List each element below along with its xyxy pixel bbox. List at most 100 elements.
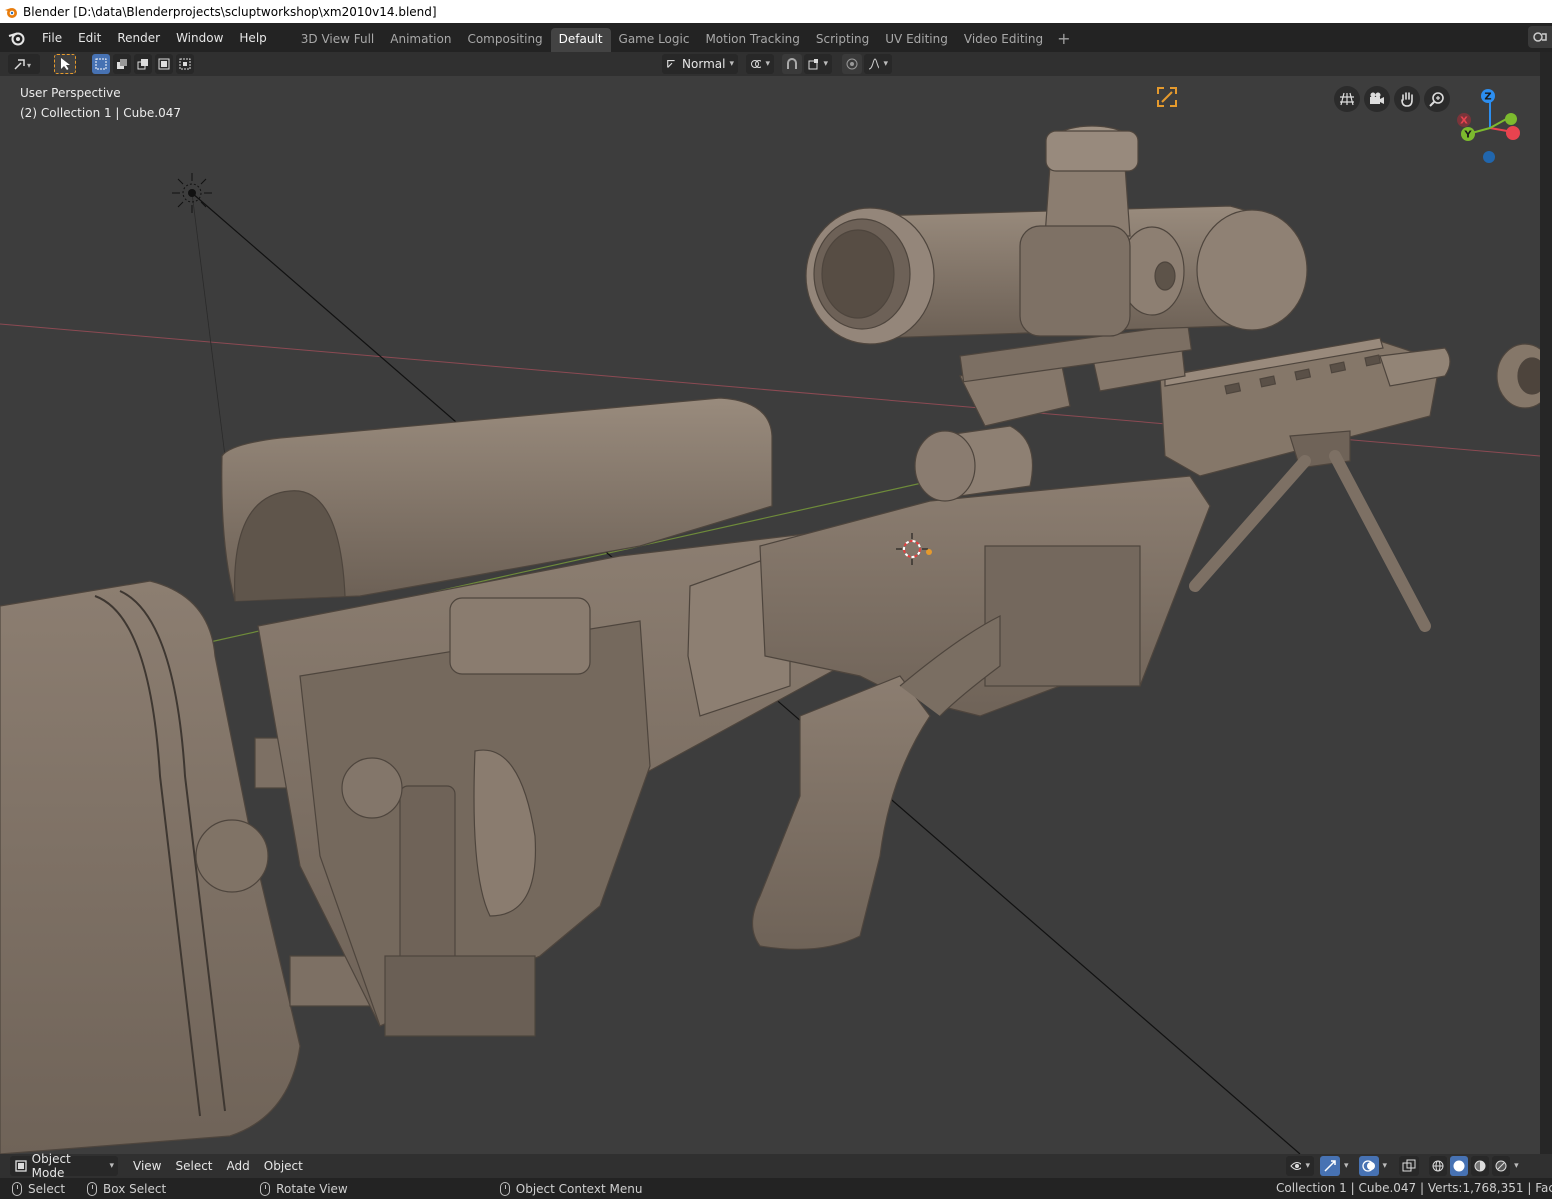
shading-material-button[interactable]	[1471, 1156, 1490, 1176]
toggle-grid-button[interactable]	[1334, 86, 1360, 112]
shading-mode-group	[1427, 1156, 1511, 1176]
zoom-view-button[interactable]	[1424, 86, 1450, 112]
left-mouse-icon	[12, 1181, 22, 1196]
rifle-model[interactable]	[0, 125, 1540, 1154]
gizmo-x-axis-positive[interactable]	[1506, 126, 1520, 140]
gizmo-toggle[interactable]	[1320, 1156, 1340, 1176]
gizmo-y-axis-negative[interactable]	[1505, 113, 1517, 125]
tab-video-editing[interactable]: Video Editing	[956, 28, 1051, 52]
add-workspace-icon[interactable]: +	[1051, 28, 1076, 52]
select-mode-invert-button[interactable]	[155, 54, 173, 74]
gizmo-z-axis-negative[interactable]	[1483, 151, 1495, 163]
adjust-wheel[interactable]	[449, 597, 591, 675]
footer-menu-select[interactable]: Select	[168, 1159, 219, 1173]
snap-target-icon	[808, 59, 818, 70]
hint-rotate-view-label: Rotate View	[276, 1181, 348, 1196]
chevron-down-icon[interactable]: ▾	[1344, 1161, 1349, 1171]
camera-toggle-button[interactable]	[1156, 86, 1178, 108]
pivot-point-dropdown[interactable]: ▾	[746, 54, 774, 74]
blender-logo-icon	[5, 7, 17, 18]
tab-scripting[interactable]: Scripting	[808, 28, 877, 52]
view-name-label: User Perspective	[20, 86, 121, 100]
select-mode-intersect-button[interactable]	[176, 54, 194, 74]
shading-rendered-button[interactable]	[1492, 1156, 1511, 1176]
overlays-icon	[1361, 1160, 1375, 1172]
object-mode-value: Object Mode	[31, 1152, 71, 1180]
footer-menu-add[interactable]: Add	[220, 1159, 257, 1173]
transform-orientation-dropdown[interactable]: Normal ▾	[662, 54, 738, 74]
solid-shading-icon	[1453, 1160, 1465, 1172]
collection-info-label: (2) Collection 1 | Cube.047	[20, 106, 181, 120]
wireframe-icon	[1432, 1160, 1444, 1172]
camera-view-button[interactable]	[1364, 86, 1390, 112]
middle-mouse-icon	[260, 1181, 271, 1196]
xray-toggle[interactable]	[1399, 1156, 1420, 1176]
orientation-icon	[667, 59, 675, 68]
viewport-scene[interactable]	[0, 76, 1540, 1154]
pan-view-button[interactable]	[1394, 86, 1420, 112]
window-titlebar: Blender [D:\data\Blenderprojects\scluptw…	[0, 0, 1552, 23]
snap-target-dropdown[interactable]: ▾	[804, 54, 832, 74]
shading-wireframe-button[interactable]	[1429, 1156, 1448, 1176]
select-mode-new-button[interactable]	[92, 54, 110, 74]
stock-knob[interactable]	[195, 819, 269, 893]
chevron-down-icon: ▾	[765, 59, 770, 69]
visibility-dropdown[interactable]: ▾	[1286, 1156, 1314, 1176]
chevron-down-icon: ▾	[883, 59, 888, 69]
overlays-toggle[interactable]	[1358, 1156, 1379, 1176]
proportional-edit-icon	[846, 58, 858, 70]
tab-3d-view-full[interactable]: 3D View Full	[293, 28, 383, 52]
object-mode-icon	[15, 1160, 27, 1172]
menu-file[interactable]: File	[34, 27, 70, 49]
viewport-footer-tools: ▾ ▾ ▾ ▾	[1286, 1156, 1519, 1176]
sun-light-icon[interactable]	[172, 173, 212, 213]
pistol-grip[interactable]	[751, 675, 931, 950]
transform-orientation-value: Normal	[682, 57, 726, 71]
blender-menu-icon[interactable]	[0, 30, 34, 46]
select-tool-button[interactable]	[54, 54, 76, 74]
hint-select: Select	[12, 1181, 65, 1196]
side-knob[interactable]	[341, 757, 403, 819]
gizmo-y-label: Y	[1463, 130, 1472, 141]
navigation-gizmo[interactable]: Z X Y	[1450, 84, 1530, 166]
shading-solid-button[interactable]	[1450, 1156, 1469, 1176]
bolt-knob[interactable]	[914, 430, 976, 502]
magazine[interactable]	[984, 545, 1141, 687]
menu-help[interactable]: Help	[231, 27, 274, 49]
proportional-falloff-dropdown[interactable]: ▾	[864, 54, 892, 74]
properties-edge-strip[interactable]	[1540, 52, 1552, 1154]
tab-motion-tracking[interactable]: Motion Tracking	[697, 28, 807, 52]
tab-animation[interactable]: Animation	[382, 28, 459, 52]
3d-viewport[interactable]: User Perspective (2) Collection 1 | Cube…	[0, 76, 1540, 1154]
chevron-down-icon[interactable]: ▾	[1383, 1161, 1388, 1171]
chevron-down-icon[interactable]: ▾	[1514, 1161, 1519, 1171]
object-mode-dropdown[interactable]: Object Mode ▾	[10, 1152, 118, 1180]
menu-edit[interactable]: Edit	[70, 27, 109, 49]
chevron-down-icon: ▾	[109, 1161, 114, 1171]
scope-turret-knurl	[1045, 130, 1139, 172]
scope-objective[interactable]	[1196, 209, 1308, 331]
proportional-edit-toggle[interactable]	[842, 54, 862, 74]
tab-default[interactable]: Default	[550, 28, 611, 52]
bipod-leg-left[interactable]	[1189, 455, 1311, 592]
muzzle-ring-hole	[1517, 357, 1540, 395]
footer-menu-object[interactable]: Object	[257, 1159, 310, 1173]
footer-menu-view[interactable]: View	[126, 1159, 168, 1173]
svg-text:▾: ▾	[27, 61, 31, 70]
tab-game-logic[interactable]: Game Logic	[611, 28, 698, 52]
chevron-down-icon: ▾	[729, 59, 734, 69]
bipod-leg-right[interactable]	[1329, 450, 1431, 632]
select-mode-subtract-button[interactable]	[134, 54, 152, 74]
menu-render[interactable]: Render	[109, 27, 168, 49]
camera-icon	[1370, 92, 1384, 104]
select-mode-extend-button[interactable]	[113, 54, 131, 74]
tab-compositing[interactable]: Compositing	[459, 28, 550, 52]
viewport-header: ▾ Normal ▾ ▾ ▾ ▾	[0, 52, 1540, 76]
select-mode-group	[90, 54, 194, 74]
scene-selector-button[interactable]	[1528, 26, 1552, 48]
menu-window[interactable]: Window	[168, 27, 231, 49]
snap-toggle[interactable]	[782, 54, 802, 74]
tab-uv-editing[interactable]: UV Editing	[877, 28, 956, 52]
chevron-down-icon: ▾	[1305, 1161, 1310, 1171]
editor-type-button[interactable]: ▾	[8, 54, 40, 74]
